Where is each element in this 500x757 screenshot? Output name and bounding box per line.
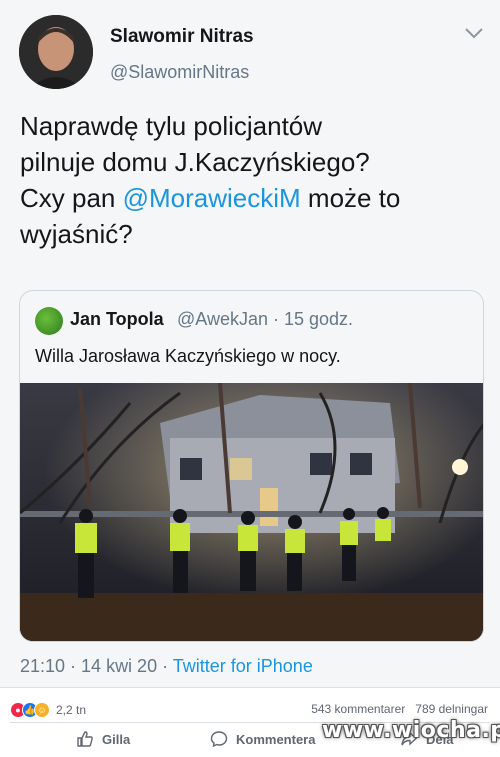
comments-count[interactable]: 543 kommentarer bbox=[311, 702, 405, 716]
site-watermark: www.wiocha.pl bbox=[322, 718, 500, 743]
quote-author-handle: @AwekJan · 15 godz. bbox=[177, 309, 354, 329]
shares-count[interactable]: 789 delningar bbox=[415, 702, 488, 716]
author-name[interactable]: Slawomir Nitras bbox=[110, 26, 254, 48]
chevron-down-icon[interactable] bbox=[464, 26, 484, 42]
quote-author-avatar bbox=[35, 307, 63, 335]
author-avatar[interactable] bbox=[19, 15, 93, 89]
quote-author-name: Jan Topola bbox=[70, 309, 164, 329]
reaction-count[interactable]: 2,2 tn bbox=[56, 703, 86, 717]
quote-text: Willa Jarosława Kaczyńskiego w nocy. bbox=[35, 346, 341, 366]
comment-button[interactable]: Kommentera bbox=[210, 730, 315, 748]
like-button[interactable]: Gilla bbox=[76, 730, 130, 748]
quote-photo[interactable] bbox=[20, 383, 483, 641]
author-handle[interactable]: @SlawomirNitras bbox=[110, 62, 249, 83]
tweet-source-link[interactable]: Twitter for iPhone bbox=[173, 656, 313, 676]
haha-reaction-icon: ☺ bbox=[34, 702, 50, 718]
engagement-stats: 543 kommentarer 789 delningar bbox=[311, 702, 488, 716]
tweet-text: Naprawdę tylu policjantów pilnuje domu J… bbox=[20, 111, 401, 249]
quoted-tweet[interactable]: Jan Topola @AwekJan · 15 godz. Willa Jar… bbox=[19, 290, 484, 642]
reaction-summary[interactable]: ● 👍 ☺ 2,2 tn bbox=[10, 701, 86, 719]
thumbs-up-icon bbox=[77, 731, 93, 747]
tweet-card: Slawomir Nitras @SlawomirNitras Naprawdę… bbox=[0, 0, 500, 687]
comment-icon bbox=[210, 731, 228, 748]
mention-link[interactable]: @MorawieckiM bbox=[123, 183, 301, 213]
tweet-timestamp: 21:10 · 14 kwi 20 · Twitter for iPhone bbox=[20, 656, 313, 676]
